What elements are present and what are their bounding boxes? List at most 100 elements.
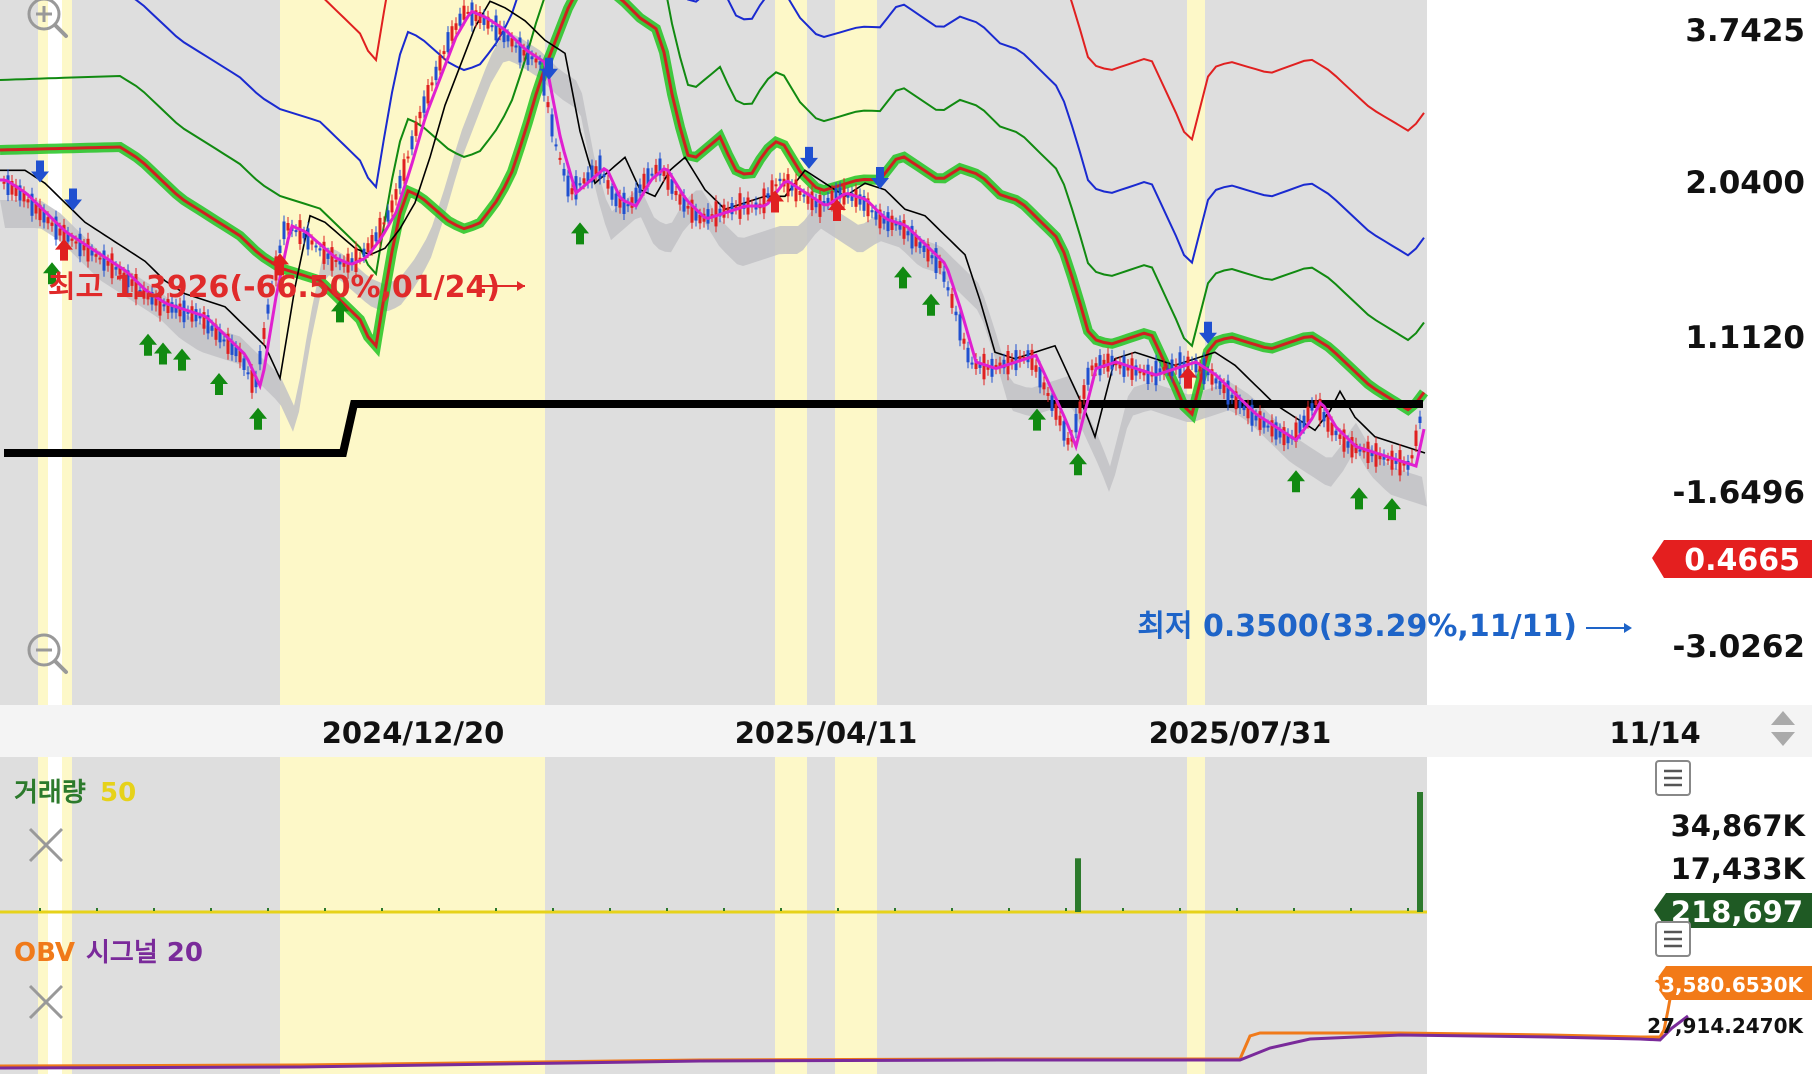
candle-body [222,339,226,342]
candle-body [1006,351,1010,375]
candle-body [78,233,82,257]
candle-body [402,159,406,181]
gray-shade [545,914,775,1074]
candle-body [818,195,822,217]
candle-body [886,212,890,232]
volume-y-tick: 34,867K [1671,809,1807,843]
candle-body [294,230,298,233]
candle-body [1170,359,1174,377]
candle-body [1238,400,1242,409]
candle-body [1386,458,1390,461]
candle-body [278,245,282,253]
volume-y-tick: 17,433K [1671,852,1807,886]
candle-body [1050,395,1054,411]
candle-body [954,311,958,316]
candle-body [258,351,262,365]
candle-body [434,66,438,81]
candle-body [578,183,582,186]
candle-body [1154,360,1158,386]
candle-body [566,175,570,197]
candle-body [1078,401,1082,414]
yellow-shade [280,757,545,914]
candle-body [422,96,426,113]
candle-body [1310,403,1314,411]
candle-body [414,121,418,136]
candle-body [966,347,970,363]
candle-body [458,13,462,26]
candle-body [506,35,510,42]
candle-body [662,171,666,176]
y-tick: -3.0262 [1673,629,1806,665]
candle-body [1086,367,1090,385]
candle-body [534,58,538,63]
candle-body [98,257,102,260]
candle-body [390,200,394,213]
menu-volume-icon[interactable] [1655,760,1691,796]
candle-body [762,188,766,214]
candle-body [650,173,654,176]
menu-obv-icon[interactable] [1655,921,1691,957]
candle-body [1414,430,1418,446]
yellow-shade [280,914,545,1074]
volume-ma-label: 50 [100,778,136,808]
gray-shade [807,914,835,1074]
candle-body [298,220,302,244]
x-tick: 2025/07/31 [1149,716,1332,750]
candle-body [6,175,10,195]
candle-body [1338,434,1342,439]
obv-current-value: 53,580.6530K [1647,973,1804,997]
yellow-shade [1187,757,1205,914]
candle-body [1074,413,1078,433]
candle-body [1098,355,1102,376]
candle-body [930,255,934,259]
candle-body [314,245,318,248]
chart-stage: 3.7425 2.0400 1.1120 -1.6496 -3.0262 0.4… [0,0,1812,1074]
candle-body [1374,443,1378,467]
candle-body [398,175,402,189]
candle-body [606,180,610,189]
candle-body [706,209,710,224]
gray-shade [1205,914,1427,1074]
candle-body [1122,356,1126,377]
candle-body [730,203,734,215]
candle-body [282,221,286,240]
chart-svg: 3.7425 2.0400 1.1120 -1.6496 -3.0262 0.4… [0,0,1812,1074]
candle-body [410,136,414,150]
x-tick: 2024/12/20 [322,716,505,750]
gray-shade [1205,757,1427,914]
candle-body [1214,378,1218,384]
volume-spike [1075,858,1081,912]
candle-body [1066,438,1070,445]
candle-body [802,194,806,197]
candle-body [778,178,782,182]
yellow-shade [1187,0,1205,705]
candle-body [950,293,954,308]
candle-body [1178,352,1182,379]
candle-body [614,193,618,207]
candle-body [394,189,398,200]
candle-body [438,55,442,71]
candle-body [530,56,534,60]
candle-body [386,210,390,222]
candle-body [1306,406,1310,423]
yellow-shade [835,757,877,914]
candle-body [1230,394,1234,398]
candle-body [1418,416,1422,423]
candle-body [86,238,90,262]
candle-body [454,23,458,30]
candle-body [50,222,54,226]
gray-shade [0,0,38,705]
candle-body [514,45,518,48]
candle-body [1398,450,1402,476]
candle-body [1046,393,1050,396]
candle-body [1082,385,1086,399]
candle-body [946,287,950,291]
obv-current-badge: 53,580.6530K [1647,966,1812,1000]
candle-body [430,82,434,86]
gray-shade [1205,0,1427,705]
candle-body [1266,425,1270,428]
yellow-shade [775,757,807,914]
candle-body [26,199,30,203]
candle-body [982,353,986,380]
candle-body [1202,358,1206,384]
